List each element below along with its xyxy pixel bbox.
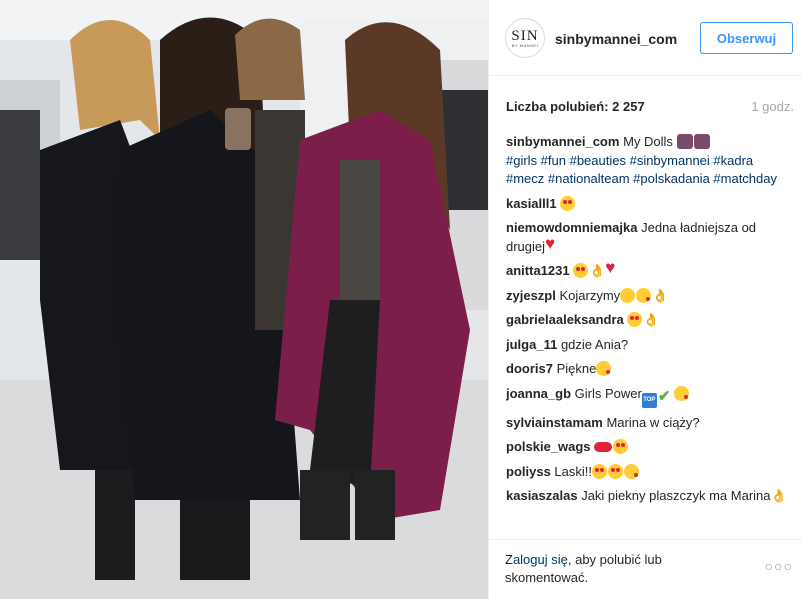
hearteyes-emoji-icon [613,439,629,454]
comment-user[interactable]: kasiaszalas [506,488,578,503]
hearteyes-emoji-icon [560,195,576,211]
comment-row: gabrielaaleksandra [506,311,792,330]
comment-row: kasiaszalas Jaki piekny plaszczyk ma Mar… [506,487,792,506]
avatar[interactable]: SIN BY MANNEI [505,18,545,58]
likes-count[interactable]: Liczba polubień: 2 257 [506,99,645,114]
comment-user[interactable]: niemowdomniemajka [506,220,637,235]
wink-emoji-icon [673,385,689,401]
comment-text: Piękne [556,361,597,376]
comment-row: polskie_wags [506,438,792,457]
wink-emoji-icon [596,361,612,376]
comment-row: julga_11 gdzie Ania? [506,336,792,355]
comment-row: dooris7 Piękne [506,360,792,379]
lips-emoji-icon [594,442,613,452]
comment-user[interactable]: poliyss [506,464,551,479]
comment-row: zyjeszpl Kojarzymy [506,287,792,306]
caption-user[interactable]: sinbymannei_com [506,134,619,149]
comment-row: joanna_gb Girls PowerTOP ✔ [506,385,792,408]
more-options-icon[interactable]: ○○○ [765,558,793,574]
check-emoji-icon: ✔ [657,387,671,405]
comment-row: poliyss Laski!! [506,463,792,482]
wink-emoji-icon [636,287,652,303]
comment-user[interactable]: anitta1231 [506,263,570,278]
comment-user[interactable]: gabrielaaleksandra [506,312,624,327]
ok-emoji-icon [771,487,787,506]
hearteyes-emoji-icon [627,312,643,327]
ok-emoji-icon [652,287,668,306]
comments-list[interactable]: sinbymannei_com My Dolls #girls #fun #be… [506,133,792,539]
comment-user[interactable]: zyjeszpl [506,288,556,303]
dolls-emoji-icon [676,134,693,149]
heart-emoji-icon [605,259,620,278]
caption-hashtags[interactable]: #girls #fun #beauties #sinbymannei #kadr… [506,153,777,187]
avatar-logo-sub: BY MANNEI [511,42,539,48]
hearteyes-emoji-icon [573,263,589,278]
comment-text: Laski!! [554,463,592,479]
caption-text: My Dolls [623,134,673,149]
post-meta: Liczba polubień: 2 257 1 godz. [506,99,794,115]
follow-button[interactable]: Obserwuj [700,22,793,54]
comment-user[interactable]: kasialll1 [506,196,557,211]
post-image [0,0,488,599]
heart-emoji-icon [545,235,560,254]
dolls-emoji-icon [693,134,710,149]
comment-row: anitta1231 [506,259,792,281]
login-link[interactable]: Zaloguj się [505,552,568,567]
comment-text: Girls Power [574,385,642,401]
comment-user[interactable]: joanna_gb [506,386,571,401]
smile-emoji-icon [620,287,636,303]
hearteyes-emoji-icon [592,463,607,479]
comment-text: Jaki piekny plaszczyk ma Marina [581,488,771,503]
post-time[interactable]: 1 godz. [751,99,794,114]
comment-user[interactable]: dooris7 [506,361,553,376]
ok-emoji-icon [589,262,605,281]
login-prompt: Zaloguj się, aby polubić lub skomentować… [505,551,735,587]
comment-text: gdzie Ania? [560,336,629,352]
post-header: SIN BY MANNEI sinbymannei_com Obserwuj [489,0,802,76]
post-sidebar: SIN BY MANNEI sinbymannei_com Obserwuj L… [488,0,802,599]
top-emoji-icon: TOP [641,392,657,408]
username-link[interactable]: sinbymannei_com [555,31,677,47]
comment-text: Marina w ciąży? [606,414,700,430]
comment-user[interactable]: julga_11 [506,337,557,352]
comment-user[interactable]: sylviainstamam [506,415,603,430]
comment-row: sylviainstamam Marina w ciąży? [506,414,792,433]
caption: sinbymannei_com My Dolls #girls #fun #be… [506,133,792,189]
comment-text: Kojarzymy [559,287,621,303]
post-photo[interactable] [0,0,488,599]
wink-emoji-icon [624,463,639,479]
post-footer: Zaloguj się, aby polubić lub skomentować… [489,539,802,599]
comment-user[interactable]: polskie_wags [506,439,591,454]
hearteyes-emoji-icon [608,463,623,479]
comment-row: niemowdomniemajka Jedna ładniejsza od dr… [506,219,792,256]
comment-row: kasialll1 [506,195,792,214]
avatar-logo: SIN [511,27,539,44]
ok-emoji-icon [643,311,659,330]
